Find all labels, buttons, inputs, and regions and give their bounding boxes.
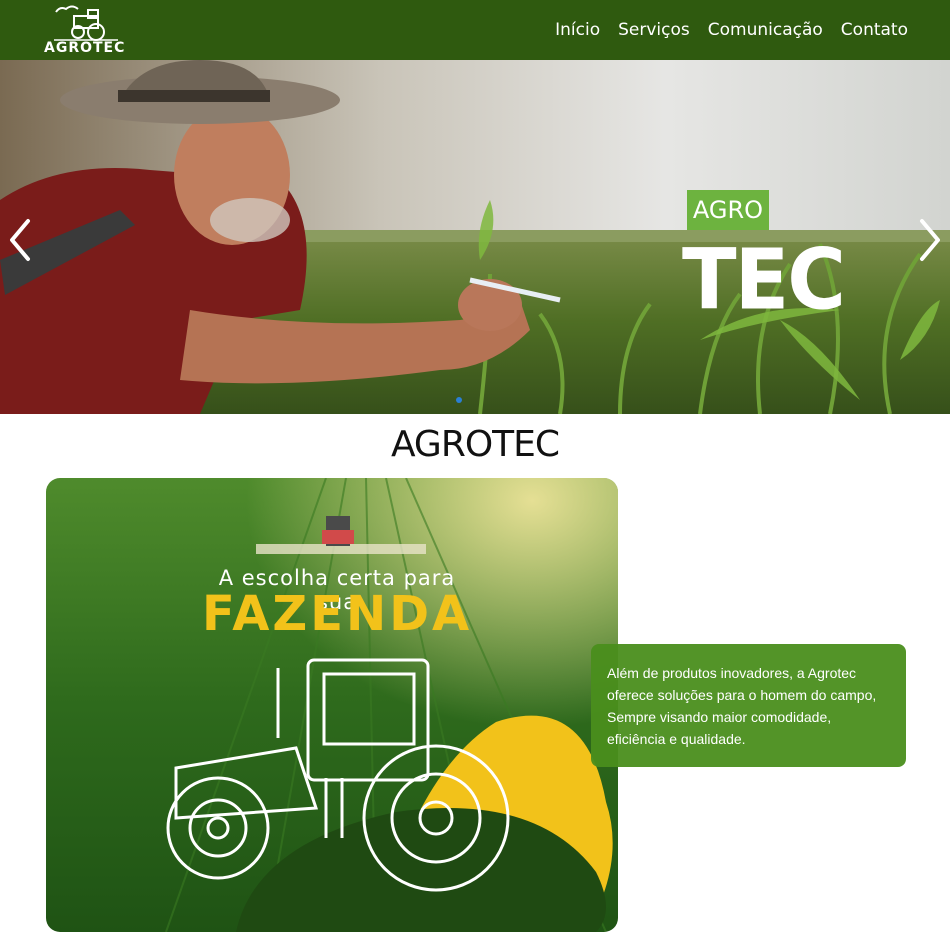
- brand-logo[interactable]: AGROTEC: [44, 2, 124, 58]
- promo-headline: FAZENDA: [202, 586, 473, 642]
- main-nav: Início Serviços Comunicação Contato: [555, 0, 908, 60]
- brand-logo-text: AGROTEC: [44, 40, 126, 56]
- farm-field-tractor-image: [46, 478, 618, 932]
- tractor-logo-icon: [54, 5, 118, 41]
- promo-image: A escolha certa para sua FAZENDA: [46, 478, 618, 932]
- hero-title: TEC: [682, 230, 846, 329]
- nav-link-inicio[interactable]: Início: [555, 20, 600, 40]
- hero-badge: AGRO: [687, 190, 769, 230]
- carousel-prev-button[interactable]: [4, 215, 34, 265]
- info-card: Além de produtos inovadores, a Agrotec o…: [591, 644, 906, 767]
- navbar: AGROTEC Início Serviços Comunicação Cont…: [0, 0, 950, 60]
- section-title: AGROTEC: [390, 424, 560, 465]
- chevron-right-icon: [920, 219, 940, 261]
- carousel-next-button[interactable]: [916, 215, 946, 265]
- hero-carousel: AGRO TEC: [0, 60, 950, 414]
- carousel-indicators: [456, 397, 462, 403]
- nav-link-servicos[interactable]: Serviços: [618, 20, 690, 40]
- carousel-indicator-dot[interactable]: [456, 397, 462, 403]
- chevron-left-icon: [10, 219, 30, 261]
- info-card-text: Além de produtos inovadores, a Agrotec o…: [607, 665, 877, 747]
- nav-link-contato[interactable]: Contato: [841, 20, 908, 40]
- nav-link-comunicacao[interactable]: Comunicação: [708, 20, 823, 40]
